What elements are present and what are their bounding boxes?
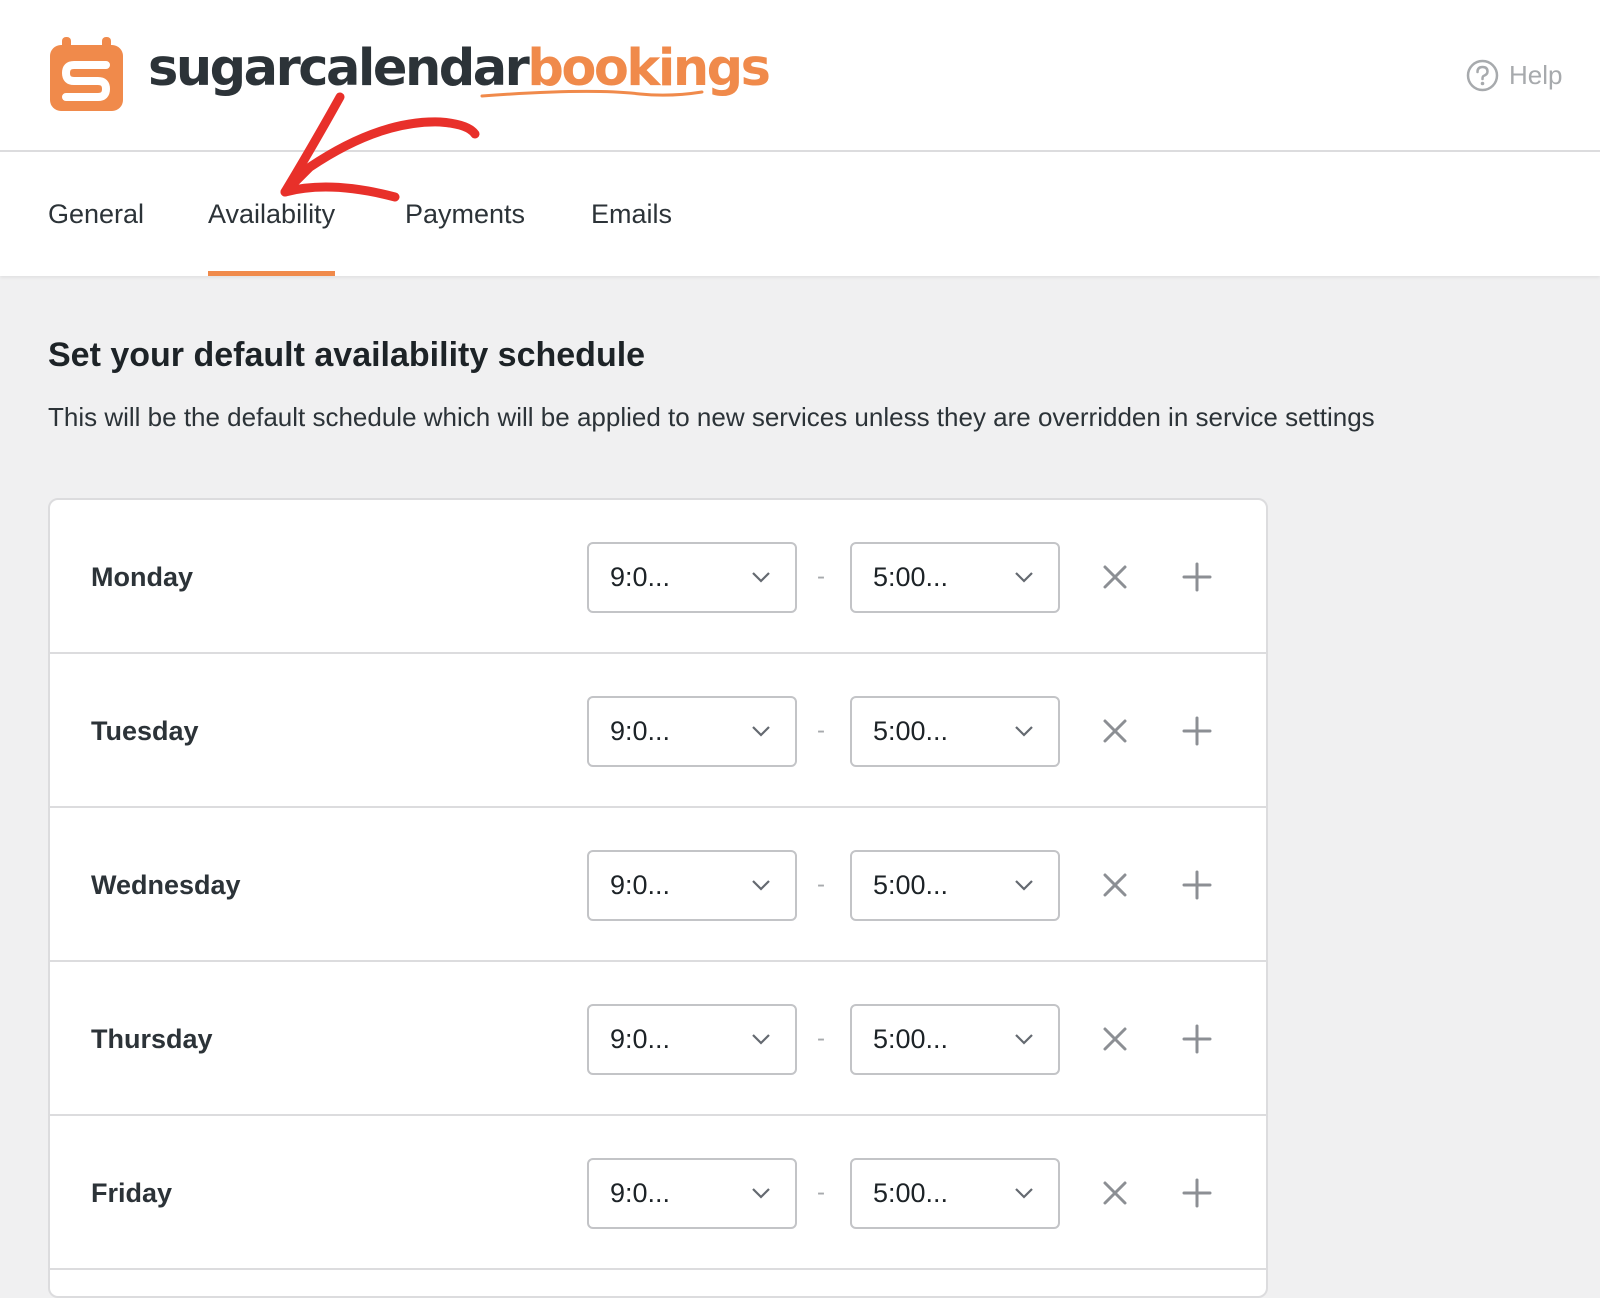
- brand-name-dark: sugarcalendar: [148, 39, 530, 98]
- day-row-wednesday: Wednesday 9:0... - 5:00...: [50, 808, 1266, 962]
- day-label: Tuesday: [91, 716, 199, 746]
- close-icon[interactable]: [1100, 716, 1130, 746]
- start-time-value: 9:0...: [610, 1178, 671, 1208]
- end-time-value: 5:00...: [873, 870, 949, 900]
- chevron-down-icon: [752, 1188, 770, 1199]
- plus-icon[interactable]: [1182, 1024, 1212, 1054]
- availability-schedule: Monday 9:0... - 5:00... Tuesday 9:0... -…: [48, 498, 1268, 1298]
- tab-payments[interactable]: Payments: [405, 152, 525, 276]
- day-label: Wednesday: [91, 870, 241, 900]
- day-row-monday: Monday 9:0... - 5:00...: [50, 500, 1266, 654]
- end-time-select[interactable]: 5:00...: [850, 542, 1060, 613]
- chevron-down-icon: [752, 726, 770, 737]
- close-icon[interactable]: [1100, 870, 1130, 900]
- end-time-select[interactable]: 5:00...: [850, 850, 1060, 921]
- start-time-select[interactable]: 9:0...: [587, 696, 797, 767]
- start-time-value: 9:0...: [610, 870, 671, 900]
- close-icon[interactable]: [1100, 1024, 1130, 1054]
- start-time-value: 9:0...: [610, 716, 671, 746]
- calendar-logo-icon: [50, 37, 123, 111]
- close-icon[interactable]: [1100, 562, 1130, 592]
- end-time-select[interactable]: 5:00...: [850, 696, 1060, 767]
- day-label: Monday: [91, 562, 194, 592]
- time-separator: -: [817, 1025, 825, 1052]
- day-row-friday: Friday 9:0... - 5:00...: [50, 1116, 1266, 1270]
- end-time-value: 5:00...: [873, 1178, 949, 1208]
- end-time-select[interactable]: 5:00...: [850, 1158, 1060, 1229]
- page-description: This will be the default schedule which …: [48, 402, 1375, 432]
- end-time-select[interactable]: 5:00...: [850, 1004, 1060, 1075]
- plus-icon[interactable]: [1182, 562, 1212, 592]
- tab-general[interactable]: General: [48, 152, 144, 276]
- chevron-down-icon: [752, 1034, 770, 1045]
- day-row-thursday: Thursday 9:0... - 5:00...: [50, 962, 1266, 1116]
- end-time-value: 5:00...: [873, 1024, 949, 1054]
- page-title: Set your default availability schedule: [48, 336, 646, 374]
- time-separator: -: [817, 563, 825, 590]
- start-time-select[interactable]: 9:0...: [587, 1158, 797, 1229]
- start-time-select[interactable]: 9:0...: [587, 542, 797, 613]
- plus-icon[interactable]: [1182, 716, 1212, 746]
- question-circle-icon: [1466, 59, 1499, 91]
- plus-icon[interactable]: [1182, 1178, 1212, 1208]
- day-label: Friday: [91, 1178, 173, 1208]
- day-row-tuesday: Tuesday 9:0... - 5:00...: [50, 654, 1266, 808]
- top-header: sugarcalendarbookings Help: [0, 0, 1600, 152]
- tab-availability[interactable]: Availability: [208, 152, 336, 276]
- tab-emails[interactable]: Emails: [591, 152, 672, 276]
- start-time-select[interactable]: 9:0...: [587, 1004, 797, 1075]
- time-separator: -: [817, 717, 825, 744]
- chevron-down-icon: [752, 572, 770, 583]
- chevron-down-icon: [1015, 880, 1033, 891]
- day-label: Thursday: [91, 1024, 213, 1054]
- close-icon[interactable]: [1100, 1178, 1130, 1208]
- end-time-value: 5:00...: [873, 716, 949, 746]
- plus-icon[interactable]: [1182, 870, 1212, 900]
- help-link[interactable]: Help: [1466, 58, 1562, 92]
- chevron-down-icon: [752, 880, 770, 891]
- chevron-down-icon: [1015, 1188, 1033, 1199]
- time-separator: -: [817, 1179, 825, 1206]
- start-time-value: 9:0...: [610, 562, 671, 592]
- start-time-value: 9:0...: [610, 1024, 671, 1054]
- chevron-down-icon: [1015, 572, 1033, 583]
- chevron-down-icon: [1015, 1034, 1033, 1045]
- settings-tabs: General Availability Payments Emails: [0, 152, 1600, 276]
- time-separator: -: [817, 871, 825, 898]
- help-label: Help: [1509, 59, 1563, 90]
- start-time-select[interactable]: 9:0...: [587, 850, 797, 921]
- brand-underline-swoosh: [480, 89, 704, 98]
- chevron-down-icon: [1015, 726, 1033, 737]
- end-time-value: 5:00...: [873, 562, 949, 592]
